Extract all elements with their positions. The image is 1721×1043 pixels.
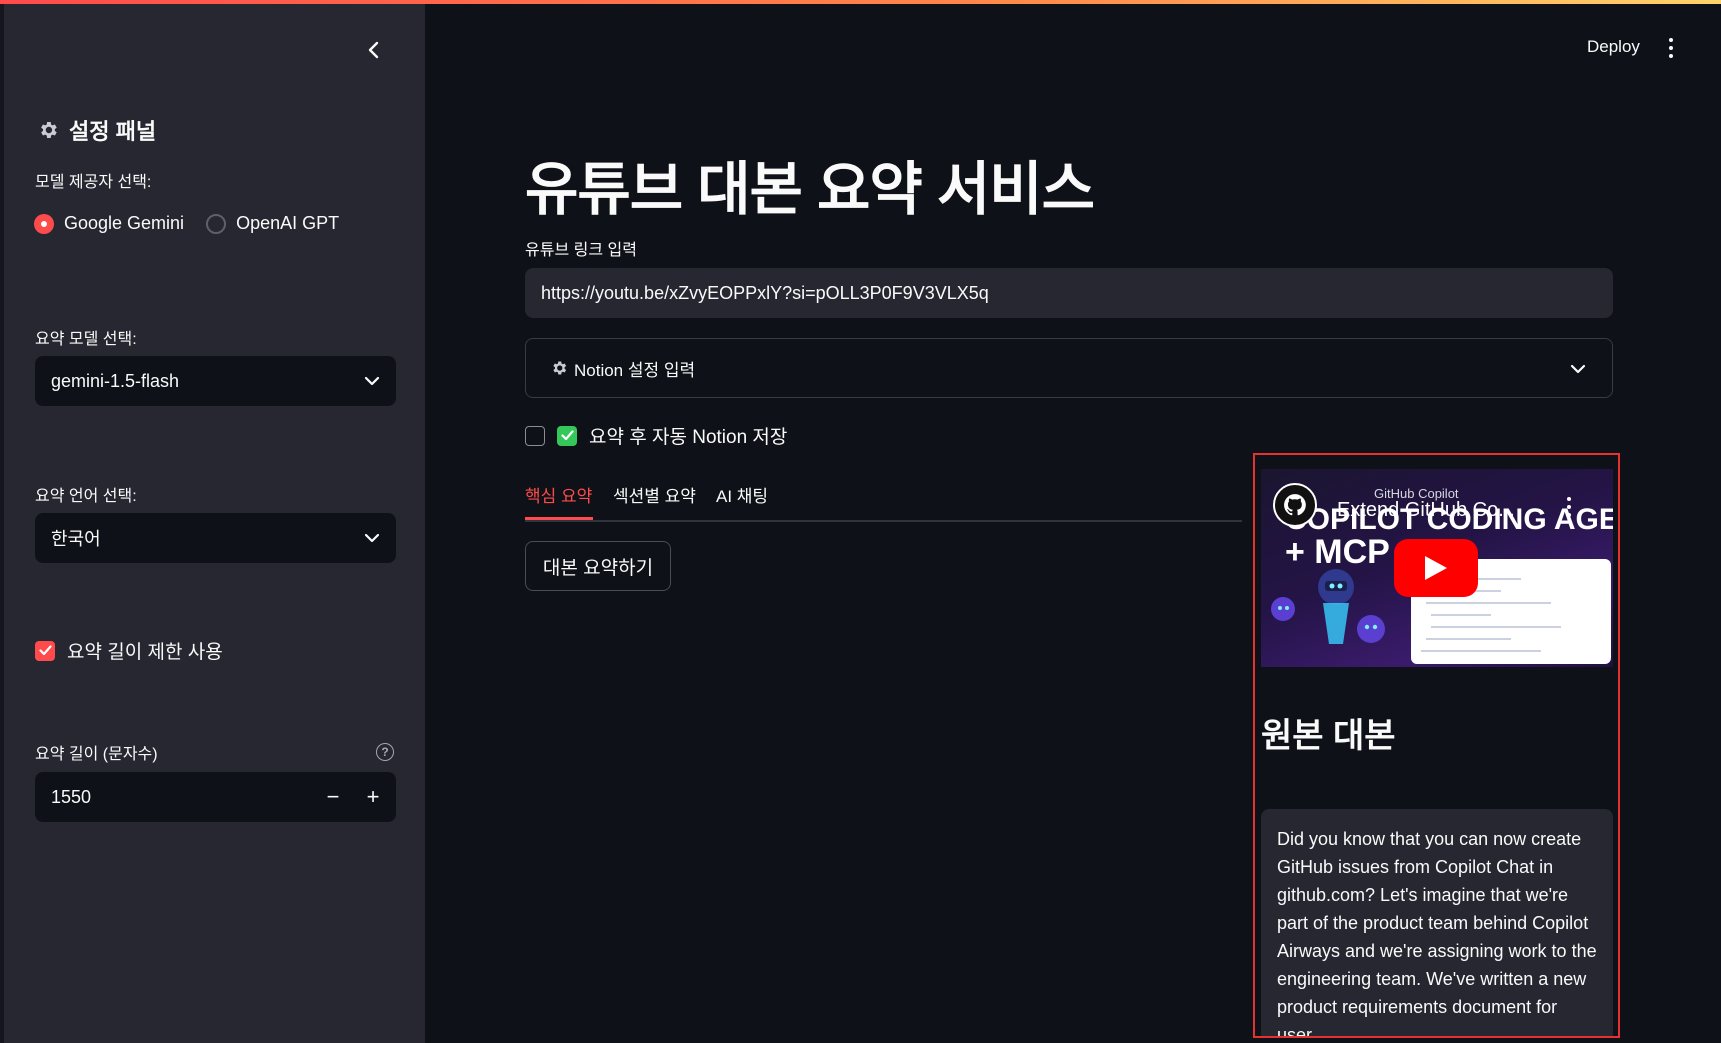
top-accent-bar [0, 0, 1721, 4]
window-edge [0, 0, 4, 1043]
tab-core-summary[interactable]: 핵심 요약 [525, 482, 592, 507]
channel-avatar[interactable] [1273, 483, 1317, 527]
help-icon[interactable]: ? [376, 743, 394, 761]
language-label: 요약 언어 선택: [35, 488, 137, 505]
auto-save-label: 요약 후 자동 Notion 저장 [589, 427, 788, 448]
check-icon [560, 430, 574, 441]
check-emoji-icon [557, 425, 577, 446]
sidebar-title-text: 설정 패널 [69, 119, 157, 144]
menu-dot [1669, 54, 1673, 58]
length-limit-checkbox[interactable]: 요약 길이 제한 사용 [35, 637, 223, 664]
sidebar-title: 설정 패널 [37, 114, 156, 146]
video-title[interactable]: Extend GitHub Co... [1337, 499, 1515, 522]
video-menu-button[interactable] [1567, 497, 1573, 517]
check-icon [38, 645, 52, 656]
main-menu-button[interactable] [1664, 36, 1678, 60]
menu-dot [1567, 505, 1571, 509]
gear-icon [41, 122, 57, 138]
sidebar: 설정 패널 모델 제공자 선택: Google Gemini OpenAI GP… [0, 0, 425, 1043]
menu-dot [1669, 46, 1673, 50]
menu-dot [1567, 497, 1571, 501]
chevron-down-icon [1570, 364, 1586, 374]
youtube-link-input[interactable]: https://youtu.be/xZvyEOPPxlY?si=pOLL3P0F… [525, 268, 1613, 318]
menu-dot [1669, 38, 1673, 42]
expander-label: Notion 설정 입력 [574, 360, 696, 380]
radio-unselected-indicator [206, 213, 227, 234]
model-select-value: gemini-1.5-flash [51, 370, 180, 391]
link-input-label: 유튜브 링크 입력 [525, 242, 637, 259]
tab-section-summary[interactable]: 섹션별 요약 [613, 482, 696, 507]
chevron-down-icon [364, 533, 380, 543]
summarize-button[interactable]: 대본 요약하기 [525, 541, 671, 591]
deploy-button[interactable]: Deploy [1587, 37, 1640, 57]
increment-button[interactable]: + [354, 772, 392, 822]
language-select[interactable]: 한국어 [35, 513, 396, 563]
github-icon [1284, 494, 1306, 516]
length-number-input[interactable]: 1550 − + [35, 772, 396, 822]
length-value: 1550 [51, 786, 92, 807]
radio-selected-indicator [34, 213, 54, 234]
collapse-sidebar-button[interactable] [362, 38, 386, 62]
transcript-text: Did you know that you can now create Git… [1261, 809, 1613, 1036]
checkbox-checked [35, 640, 55, 661]
thumbnail-subline: + MCP [1285, 533, 1390, 571]
length-label: 요약 길이 (문자수) [35, 746, 158, 763]
auto-save-checkbox[interactable] [525, 425, 545, 446]
tab-bar: 핵심 요약 섹션별 요약 AI 채팅 [525, 480, 1242, 522]
model-select[interactable]: gemini-1.5-flash [35, 356, 396, 406]
radio-openai-gpt[interactable]: OpenAI GPT [206, 213, 339, 234]
transcript-heading: 원본 대본 [1261, 717, 1396, 755]
model-label: 요약 모델 선택: [35, 331, 137, 348]
decrement-button[interactable]: − [314, 772, 352, 822]
provider-label: 모델 제공자 선택: [35, 174, 152, 191]
transcript-panel: COPILOT CODING AGENT + MCP GitHub Copilo… [1253, 453, 1620, 1038]
gear-icon [553, 361, 567, 375]
chevron-down-icon [364, 376, 380, 386]
language-select-value: 한국어 [51, 529, 101, 549]
tab-ai-chat[interactable]: AI 채팅 [716, 482, 768, 507]
play-icon [1425, 556, 1447, 580]
radio-google-gemini[interactable]: Google Gemini [34, 213, 184, 234]
radio-label: OpenAI GPT [236, 213, 340, 233]
youtube-play-button[interactable] [1394, 539, 1478, 597]
checkbox-label: 요약 길이 제한 사용 [67, 642, 223, 663]
active-tab-indicator [525, 517, 593, 520]
auto-save-checkbox-row: 요약 후 자동 Notion 저장 [525, 422, 787, 449]
page-title: 유튜브 대본 요약 서비스 [525, 157, 1095, 222]
provider-radio-group: Google Gemini OpenAI GPT [34, 213, 361, 234]
notion-settings-expander[interactable]: Notion 설정 입력 [525, 338, 1613, 398]
youtube-video-embed[interactable]: COPILOT CODING AGENT + MCP GitHub Copilo… [1261, 469, 1613, 667]
radio-label: Google Gemini [64, 213, 185, 233]
chevron-left-icon [368, 41, 379, 59]
menu-dot [1567, 513, 1571, 517]
